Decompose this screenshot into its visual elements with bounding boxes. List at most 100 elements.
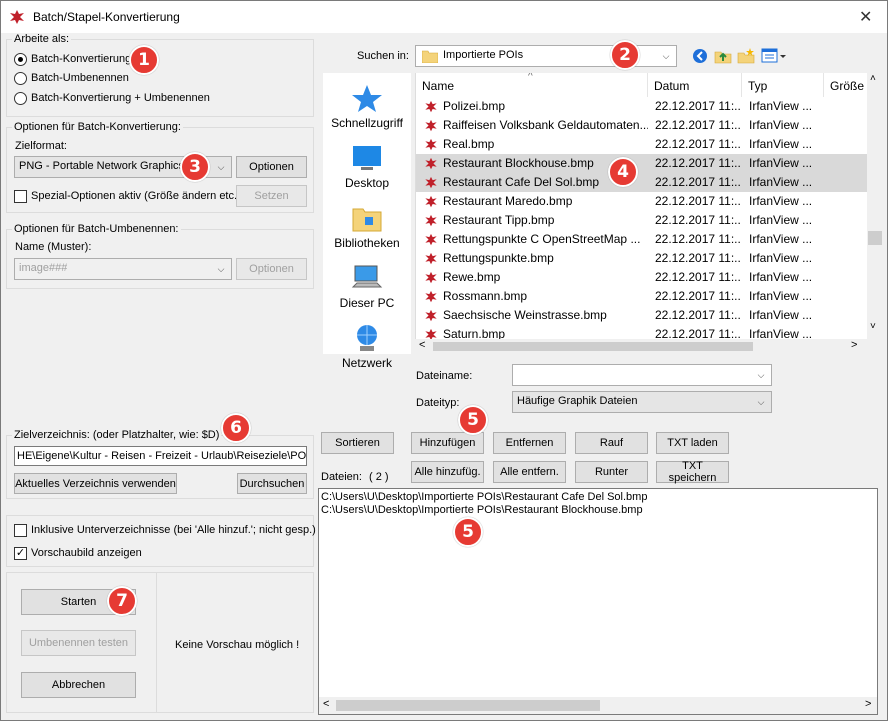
- annotation-badge-6: 6: [221, 413, 251, 443]
- computer-icon: [351, 265, 383, 288]
- include-subdirs-label: Inklusive Unterverzeichnisse (bei 'Alle …: [31, 524, 316, 536]
- scroll-right-icon[interactable]: >: [865, 698, 871, 710]
- file-row[interactable]: Rossmann.bmp 22.12.2017 11:... IrfanView .…: [416, 287, 867, 306]
- column-header-type[interactable]: Typ: [742, 73, 824, 97]
- file-date: 22.12.2017 11:...: [655, 327, 741, 339]
- scroll-left-icon[interactable]: <: [419, 339, 425, 351]
- back-icon[interactable]: [692, 48, 708, 64]
- sort-button[interactable]: Sortieren: [321, 432, 394, 454]
- file-name: Restaurant Tipp.bmp: [443, 213, 555, 227]
- list-item[interactable]: C:\Users\U\Desktop\Importierte POIs\Rest…: [321, 491, 647, 503]
- annotation-badge-3: 3: [180, 152, 210, 182]
- selected-files-list[interactable]: C:\Users\U\Desktop\Importierte POIs\Rest…: [318, 488, 878, 715]
- remove-all-button[interactable]: Alle entfern.: [493, 461, 566, 483]
- file-row[interactable]: Real.bmp 22.12.2017 11:... IrfanView ...: [416, 135, 867, 154]
- cancel-button[interactable]: Abbrechen: [21, 672, 136, 698]
- bmp-file-icon: [425, 100, 437, 113]
- scroll-up-icon[interactable]: ˄: [870, 73, 876, 84]
- place-this-pc[interactable]: Dieser PC: [323, 263, 411, 310]
- file-row[interactable]: Restaurant Blockhouse.bmp 22.12.2017 11:.…: [416, 154, 867, 173]
- place-desktop[interactable]: Desktop: [323, 143, 411, 190]
- special-options-label: Spezial-Optionen aktiv (Größe ändern etc…: [31, 190, 241, 202]
- file-row[interactable]: Restaurant Cafe Del Sol.bmp 22.12.2017 11…: [416, 173, 867, 192]
- scroll-right-icon[interactable]: >: [851, 339, 857, 351]
- target-dir-input[interactable]: HE\Eigene\Kultur - Reisen - Freizeit - U…: [14, 446, 307, 466]
- remove-button[interactable]: Entfernen: [493, 432, 566, 454]
- rename-options-label: Optionen für Batch-Umbenennen:: [12, 223, 181, 235]
- up-folder-icon[interactable]: [714, 47, 732, 64]
- close-icon[interactable]: ✕: [859, 7, 872, 27]
- new-folder-icon[interactable]: [737, 47, 755, 64]
- file-date: 22.12.2017 11:...: [655, 251, 741, 265]
- place-network[interactable]: Netzwerk: [323, 323, 411, 370]
- scroll-down-icon[interactable]: ˅: [870, 321, 876, 332]
- files-hscroll[interactable]: < >: [319, 697, 877, 714]
- file-row[interactable]: Polizei.bmp 22.12.2017 11:... IrfanView ..…: [416, 97, 867, 116]
- column-header-name[interactable]: Name: [416, 73, 648, 97]
- place-libraries[interactable]: Bibliotheken: [323, 203, 411, 250]
- radio-batch-convert-rename[interactable]: [14, 92, 27, 105]
- add-button[interactable]: Hinzufügen: [411, 432, 484, 454]
- up-button[interactable]: Rauf: [575, 432, 648, 454]
- file-list-hscroll[interactable]: < >: [415, 339, 867, 354]
- view-menu-icon[interactable]: [761, 48, 787, 64]
- bmp-file-icon: [425, 328, 437, 339]
- bmp-file-icon: [425, 233, 437, 246]
- down-button[interactable]: Runter: [575, 461, 648, 483]
- file-date: 22.12.2017 11:...: [655, 99, 741, 113]
- special-options-checkbox[interactable]: [14, 190, 27, 203]
- bmp-file-icon: [425, 176, 437, 189]
- hscroll-thumb[interactable]: [336, 700, 600, 711]
- file-date: 22.12.2017 11:...: [655, 270, 741, 284]
- show-preview-checkbox[interactable]: ✓: [14, 547, 27, 560]
- rename-options-button[interactable]: Optionen: [236, 258, 307, 280]
- format-options-button[interactable]: Optionen: [236, 156, 307, 178]
- radio-batch-rename-label: Batch-Umbenennen: [31, 72, 129, 84]
- file-name: Raiffeisen Volksbank Geldautomaten...: [443, 118, 648, 132]
- file-list-vscroll[interactable]: ˄ ˅: [867, 73, 884, 339]
- annotation-badge-2: 2: [610, 40, 640, 70]
- load-txt-button[interactable]: TXT laden: [656, 432, 729, 454]
- scroll-thumb[interactable]: [868, 231, 882, 245]
- file-type: IrfanView ...: [749, 232, 813, 246]
- file-row[interactable]: Saturn.bmp 22.12.2017 11:... IrfanView ...: [416, 325, 867, 339]
- column-header-size[interactable]: Größe: [824, 73, 867, 97]
- file-list[interactable]: ^ Name Datum Typ Größe Polizei.bmp 22.12.…: [415, 73, 867, 339]
- file-name: Rettungspunkte C OpenStreetMap ...: [443, 232, 641, 246]
- file-row[interactable]: Rettungspunkte.bmp 22.12.2017 11:... Irfan…: [416, 249, 867, 268]
- file-row[interactable]: Restaurant Maredo.bmp 22.12.2017 11:... Ir…: [416, 192, 867, 211]
- save-txt-button[interactable]: TXT speichern: [656, 460, 729, 484]
- use-current-dir-button[interactable]: Aktuelles Verzeichnis verwenden: [14, 473, 177, 494]
- file-row[interactable]: Rettungspunkte C OpenStreetMap ... 22.12.…: [416, 230, 867, 249]
- place-quick-access[interactable]: Schnellzugriff: [323, 83, 411, 130]
- radio-batch-convert-rename-label: Batch-Konvertierung + Umbenennen: [31, 92, 210, 104]
- file-row[interactable]: Rewe.bmp 22.12.2017 11:... IrfanView ...: [416, 268, 867, 287]
- column-header-date[interactable]: Datum: [648, 73, 742, 97]
- file-date: 22.12.2017 11:...: [655, 156, 741, 170]
- file-row[interactable]: Raiffeisen Volksbank Geldautomaten... 22.…: [416, 116, 867, 135]
- chevron-down-icon: ⌵: [757, 369, 765, 380]
- file-row[interactable]: Restaurant Tipp.bmp 22.12.2017 11:... Irfa…: [416, 211, 867, 230]
- file-name: Restaurant Maredo.bmp: [443, 194, 573, 208]
- scroll-left-icon[interactable]: <: [323, 698, 329, 710]
- file-name: Rettungspunkte.bmp: [443, 251, 554, 265]
- test-rename-button[interactable]: Umbenennen testen: [21, 630, 136, 656]
- add-all-button[interactable]: Alle hinzufüg.: [411, 461, 484, 483]
- radio-batch-convert[interactable]: [14, 53, 27, 66]
- file-row[interactable]: Saechsische Weinstrasse.bmp 22.12.2017 11…: [416, 306, 867, 325]
- include-subdirs-checkbox[interactable]: [14, 524, 27, 537]
- name-pattern-select[interactable]: image### ⌵: [14, 258, 232, 280]
- hscroll-thumb[interactable]: [433, 342, 753, 351]
- target-dir-label: Zielverzeichnis: (oder Platzhalter, wie:…: [12, 429, 222, 441]
- extra-options-group: [6, 515, 314, 567]
- filename-input[interactable]: ⌵: [512, 364, 772, 386]
- filetype-label: Dateityp:: [416, 397, 460, 409]
- radio-batch-rename[interactable]: [14, 72, 27, 85]
- file-date: 22.12.2017 11:...: [655, 232, 741, 246]
- preview-text: Keine Vorschau möglich !: [175, 639, 300, 651]
- list-item[interactable]: C:\Users\U\Desktop\Importierte POIs\Rest…: [321, 504, 643, 516]
- set-button[interactable]: Setzen: [236, 185, 307, 207]
- file-name: Rewe.bmp: [443, 270, 501, 284]
- filetype-select[interactable]: Häufige Graphik Dateien ⌵: [512, 391, 772, 413]
- browse-button[interactable]: Durchsuchen: [237, 473, 307, 494]
